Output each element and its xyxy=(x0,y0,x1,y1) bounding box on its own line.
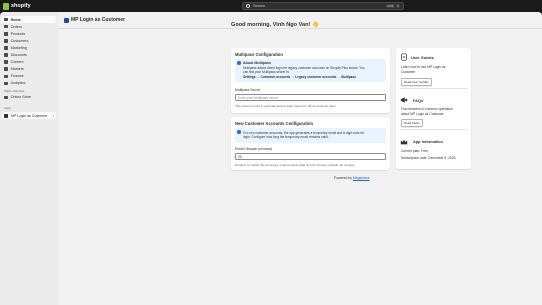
powered-by-label: Powered by xyxy=(334,176,352,180)
document-icon xyxy=(401,53,407,61)
sidebar-item-label: Products xyxy=(10,31,26,36)
sidebar-item-discounts[interactable]: Discounts xyxy=(0,51,58,58)
brand-name: shopify xyxy=(11,3,31,9)
input-placeholder: Enter your Multipass secret xyxy=(238,95,278,100)
sidebar-item-markets[interactable]: Markets xyxy=(0,66,58,73)
shortcut-ctrl: CTRL xyxy=(385,4,396,8)
crown-icon xyxy=(400,139,408,145)
sidebar: Home Orders Products Customers Marketing Disc… xyxy=(0,12,58,305)
bank-icon xyxy=(4,74,8,79)
input-value: 20 xyxy=(238,154,242,159)
field-label: Email Lifespan (minutes) xyxy=(235,147,273,151)
app-title: MP Login as Customer xyxy=(71,17,126,23)
divider xyxy=(400,88,467,89)
chevron-right-icon: › xyxy=(52,113,54,118)
mageplaza-link[interactable]: Mageplaza xyxy=(353,176,370,180)
discount-icon xyxy=(4,53,8,57)
faq-text: about MP Login as Customer xyxy=(401,111,444,116)
field-label: Multipass Secret xyxy=(235,88,261,92)
sidebar-item-analytics[interactable]: Analytics xyxy=(0,80,58,87)
app-icon xyxy=(4,113,8,118)
help-text: This secret is used to generate secure l… xyxy=(235,104,337,108)
target-icon xyxy=(4,46,8,50)
home-icon xyxy=(4,17,8,22)
megaphone-icon xyxy=(400,97,408,103)
subscription-date: Subscription date: December 5, 2025 xyxy=(401,156,456,160)
guides-text: Customer xyxy=(401,69,416,74)
content-icon xyxy=(4,60,8,64)
new-accounts-card: New Customer Accounts Configuration For … xyxy=(231,117,390,170)
sidebar-item-online-store[interactable]: Online Store xyxy=(0,94,58,101)
sidebar-item-app[interactable]: MP Login as Customer › xyxy=(2,112,56,120)
app-logo-icon xyxy=(64,17,69,23)
info-icon xyxy=(237,130,241,134)
greeting: Good morning, Vinh Ngo Van! 👋 xyxy=(231,22,319,28)
sidebar-item-label: Markets xyxy=(10,67,24,72)
top-bar: shopify Search CTRL K xyxy=(0,0,542,12)
sidebar-item-label: Finance xyxy=(10,74,24,79)
sidebar-item-label: Online Store xyxy=(10,95,32,100)
sidebar-item-label: Content xyxy=(10,60,24,65)
store-icon xyxy=(4,95,8,100)
sidebar-item-marketing[interactable]: Marketing xyxy=(0,44,58,51)
divider xyxy=(400,129,467,130)
shortcut-k: K xyxy=(396,4,400,8)
email-lifespan-input[interactable]: 20 xyxy=(235,153,386,160)
search-placeholder: Search xyxy=(253,4,266,8)
sidebar-item-orders[interactable]: Orders xyxy=(0,23,58,30)
info-banner: For new customer accounts, the app gener… xyxy=(235,128,386,143)
info-title: About Multipass xyxy=(243,61,271,65)
shopify-logo[interactable]: shopify xyxy=(3,2,31,10)
sidebar-item-customers[interactable]: Customers xyxy=(0,37,58,44)
tag-icon xyxy=(4,31,8,36)
sidebar-item-products[interactable]: Products xyxy=(0,30,58,37)
person-icon xyxy=(4,39,8,43)
read-faqs-button[interactable]: Read FAQs xyxy=(401,119,423,127)
chart-icon xyxy=(4,81,8,86)
sidebar-item-label: Analytics xyxy=(10,81,26,86)
current-plan: Current plan: Free xyxy=(401,149,428,153)
sidebar-item-home[interactable]: Home xyxy=(2,16,56,24)
sidebar-item-label: Customers xyxy=(10,38,29,43)
sidebar-item-content[interactable]: Content xyxy=(0,59,58,66)
info-path: Settings → Customer accounts → Legacy cu… xyxy=(243,75,357,80)
multipass-secret-input[interactable]: Enter your Multipass secret xyxy=(235,94,386,101)
info-banner: About Multipass Multipass allows direct … xyxy=(235,59,386,82)
sidebar-item-label: Home xyxy=(10,17,21,22)
card-title: New Customer Accounts Configuration xyxy=(235,121,314,126)
guides-title: User Guides xyxy=(411,55,434,60)
help-text: Duration for which the temporary email r… xyxy=(235,163,356,167)
read-guides-button[interactable]: Read User Guides xyxy=(401,78,432,86)
sidebar-item-label: Discounts xyxy=(10,53,27,58)
search-bar[interactable]: Search CTRL K xyxy=(242,2,404,10)
powered-by: Powered by Mageplaza xyxy=(334,176,369,180)
faq-title: FAQs xyxy=(413,98,424,103)
search-icon xyxy=(246,4,250,8)
globe-icon xyxy=(4,67,8,71)
sidebar-app-label: MP Login as Customer xyxy=(11,113,48,118)
sidebar-item-finance[interactable]: Finance xyxy=(0,73,58,80)
sidebar-item-label: Orders xyxy=(10,24,22,29)
info-text: login. Configure how long the temporary … xyxy=(243,135,329,139)
side-card: User Guides Learn how to use MP Login as… xyxy=(396,48,471,169)
shopify-bag-icon xyxy=(3,2,9,10)
card-title: Multipass Configuration xyxy=(235,52,283,57)
info-text: can find your Multipass secret in: xyxy=(243,70,290,75)
sidebar-item-label: Marketing xyxy=(10,45,27,50)
multipass-card: Multipass Configuration About Multipass … xyxy=(231,48,390,113)
orders-icon xyxy=(4,24,8,29)
app-info-title: App Information xyxy=(413,139,444,144)
info-icon xyxy=(237,61,241,65)
